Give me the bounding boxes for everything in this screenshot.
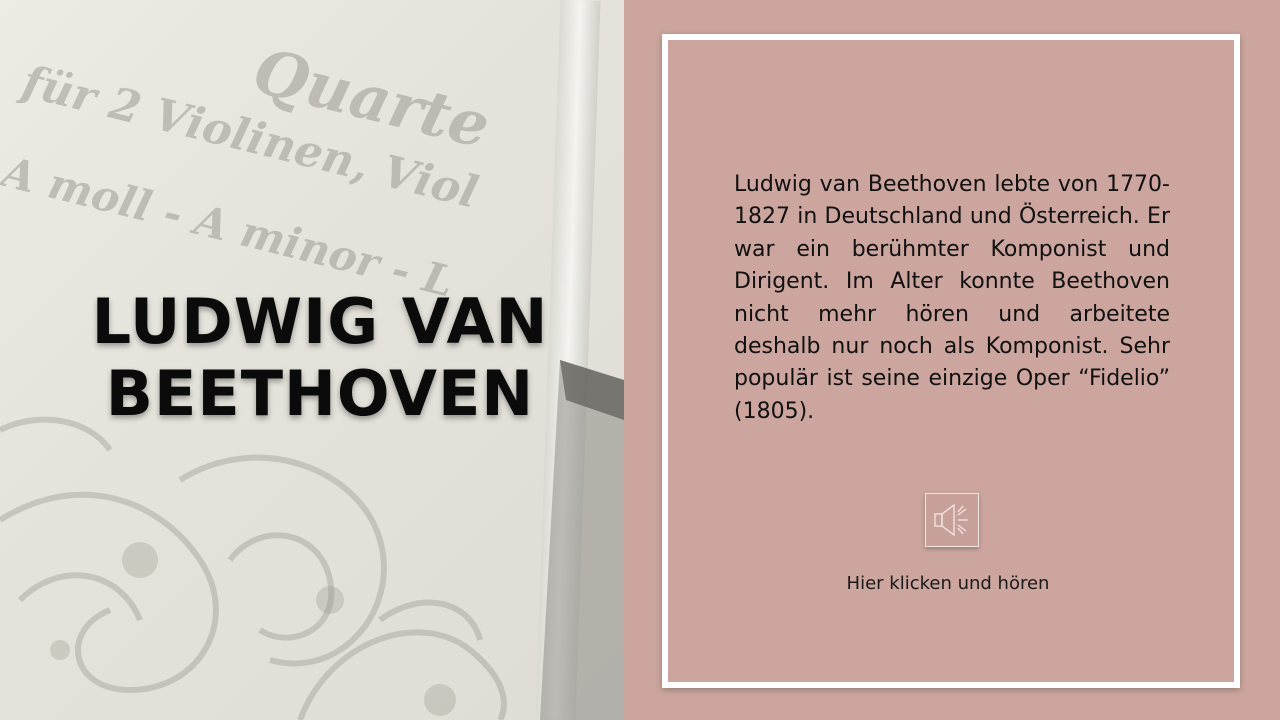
ornament-decoration	[0, 416, 507, 720]
slide: Quarte für 2 Violinen, Viol A moll - A m…	[0, 0, 1280, 720]
title-line-1: LUDWIG VAN	[91, 285, 549, 358]
slide-title: LUDWIG VAN BEETHOVEN	[70, 286, 570, 430]
audio-play-button[interactable]	[925, 493, 979, 547]
speaker-icon	[934, 503, 968, 537]
background-image: Quarte für 2 Violinen, Viol A moll - A m…	[0, 0, 624, 720]
audio-instruction-label: Hier klicken und hören	[846, 573, 1050, 594]
biography-text: Ludwig van Beethoven lebte von 1770-1827…	[734, 172, 1170, 424]
title-line-2: BEETHOVEN	[105, 357, 535, 430]
